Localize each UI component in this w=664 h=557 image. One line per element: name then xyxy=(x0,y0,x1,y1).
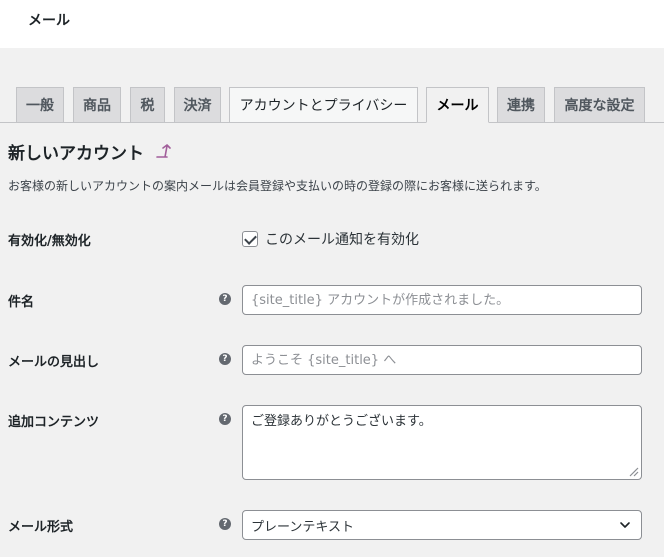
enable-checkbox-row[interactable]: このメール通知を有効化 xyxy=(242,229,419,249)
tab-integration[interactable]: 連携 xyxy=(497,87,545,123)
subject-input[interactable] xyxy=(242,285,642,315)
additional-content-textarea[interactable]: ご登録ありがとうございます。 xyxy=(242,405,642,480)
email-type-label: メール形式 xyxy=(8,520,74,535)
resize-handle-icon[interactable] xyxy=(627,465,639,477)
settings-tabs: 一般 商品 税 決済 アカウントとプライバシー メール 連携 高度な設定 xyxy=(0,87,664,123)
up-arrow-icon[interactable] xyxy=(154,142,172,160)
email-type-select[interactable]: プレーンテキスト xyxy=(242,510,642,540)
tab-email[interactable]: メール xyxy=(426,87,489,123)
tab-accounts-privacy[interactable]: アカウントとプライバシー xyxy=(229,87,418,123)
section-description: お客様の新しいアカウントの案内メールは会員登録や支払いの時の登録の際にお客様に送… xyxy=(8,179,547,193)
tab-tax[interactable]: 税 xyxy=(130,87,165,123)
heading-input[interactable] xyxy=(242,345,642,375)
tab-advanced[interactable]: 高度な設定 xyxy=(554,87,645,123)
section-title: 新しいアカウント xyxy=(8,144,144,164)
additional-content-value: ご登録ありがとうございます。 xyxy=(251,414,432,429)
heading-label: メールの見出し xyxy=(8,355,100,370)
enable-checkbox-label[interactable]: このメール通知を有効化 xyxy=(265,229,419,249)
additional-content-help-icon[interactable]: ? xyxy=(219,413,231,425)
heading-help-icon[interactable]: ? xyxy=(219,353,231,365)
subject-label: 件名 xyxy=(8,295,35,310)
chevron-down-icon xyxy=(620,522,630,528)
additional-content-label: 追加コンテンツ xyxy=(8,415,100,430)
subject-help-icon[interactable]: ? xyxy=(219,293,231,305)
tab-payments[interactable]: 決済 xyxy=(174,87,221,123)
tab-products[interactable]: 商品 xyxy=(73,87,121,123)
enable-checkbox[interactable] xyxy=(242,231,258,247)
tab-general[interactable]: 一般 xyxy=(16,87,64,123)
email-type-help-icon[interactable]: ? xyxy=(219,518,231,530)
top-bar: メール xyxy=(0,0,664,48)
email-type-selected: プレーンテキスト xyxy=(251,519,354,535)
enable-label: 有効化/無効化 xyxy=(8,234,91,249)
page-title: メール xyxy=(28,13,70,29)
